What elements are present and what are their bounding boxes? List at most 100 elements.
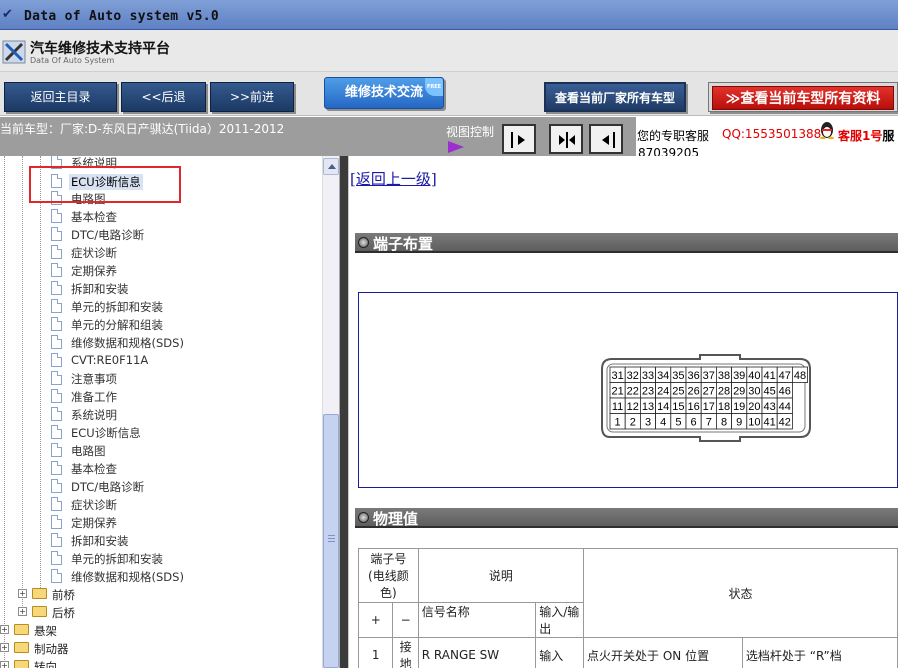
connector-pin-label: 45	[763, 386, 775, 398]
connector-pin-label: 18	[718, 401, 730, 413]
header-terminal: 端子号 (电线颜色)	[358, 548, 419, 603]
split-view-icon	[559, 132, 575, 148]
connector-pin-label: 29	[733, 386, 745, 398]
document-icon	[51, 515, 62, 529]
connector-pin-label: 7	[706, 417, 712, 429]
expand-icon[interactable]: +	[18, 589, 27, 598]
expand-icon[interactable]: +	[0, 625, 9, 634]
header-io: 输入/输出	[535, 602, 585, 638]
connector-pin-label: 48	[794, 370, 806, 382]
folder-icon	[14, 660, 29, 668]
connector-pin-label: 8	[721, 417, 727, 429]
app-title: 汽车维修技术支持平台	[30, 41, 170, 57]
window-title: Data of Auto system v5.0	[24, 9, 220, 24]
physical-values-table: 端子号 (电线颜色) 说明 状态 + − 信号名称 输入/输出 1 接地 R R…	[357, 548, 898, 668]
home-button[interactable]: 返回主目录	[4, 82, 117, 112]
scroll-up-arrow-icon[interactable]	[323, 158, 339, 175]
view-expand-left-button[interactable]	[589, 124, 623, 154]
folder-icon	[14, 624, 29, 635]
expand-icon[interactable]: +	[0, 661, 9, 668]
header-signal-name: 信号名称	[417, 602, 537, 638]
back-button[interactable]: <<后退	[121, 82, 206, 112]
customer-service-panel: 您的专职客服 QQ:1553501388 客服1号服 87039205	[636, 117, 898, 160]
document-icon	[51, 533, 62, 547]
document-icon	[51, 371, 62, 385]
table-header-row: 端子号 (电线颜色) 说明 状态	[358, 548, 898, 638]
all-models-button[interactable]: 查看当前厂家所有车型	[544, 82, 686, 112]
connector-pin-label: 41	[763, 417, 775, 429]
header-plus: +	[357, 602, 394, 638]
navigation-tree: 系统说明 ECU诊断信息 电路图 基本检查 DTC/电路诊断 症状诊断 定期保养…	[0, 156, 322, 668]
service-qq-link[interactable]: QQ:1553501388	[722, 127, 821, 141]
connector-pin-label: 39	[733, 370, 745, 382]
folder-icon	[32, 606, 47, 617]
folder-icon	[14, 642, 29, 653]
document-icon	[51, 263, 62, 277]
pin-grid: 31 32 33 34 35 36 37 38 39 40 41 47 4821 22 23 24 25 26 27…	[609, 366, 808, 430]
app-subtitle: Data Of Auto System	[30, 56, 115, 65]
connector-pin-label: 5	[675, 417, 681, 429]
connector-pin-label: 38	[718, 370, 730, 382]
document-icon	[51, 551, 62, 565]
all-data-button[interactable]: ≫查看当前车型所有资料	[708, 82, 898, 112]
toolbar: 返回主目录 <<后退 >>前进 维修技术交流 FREE 查看当前厂家所有车型 ≫…	[0, 72, 898, 116]
service-agent-link[interactable]: 客服1号服	[838, 127, 894, 144]
connector-pin-label: 25	[672, 386, 684, 398]
service-label: 您的专职客服	[637, 129, 710, 143]
app-header: 汽车维修技术支持平台 Data Of Auto System	[0, 30, 898, 72]
header-state: 状态	[583, 548, 898, 638]
document-icon	[51, 353, 62, 367]
connector-pin-label: 31	[611, 370, 623, 382]
cell-signal: R RANGE SW	[417, 637, 537, 668]
back-to-parent-link[interactable]: [返回上一级]	[350, 168, 437, 189]
connector-pin-label: 19	[733, 401, 745, 413]
view-control-arrow-icon	[448, 141, 464, 153]
view-control-label: 视图控制	[446, 125, 495, 139]
expand-icon[interactable]: +	[0, 643, 9, 652]
expand-icon[interactable]: +	[18, 607, 27, 616]
tree-guide-line	[40, 156, 41, 592]
document-icon	[51, 209, 62, 223]
connector-pin-label: 33	[642, 370, 654, 382]
cell-minus: 接地	[392, 637, 419, 668]
connector-pin-label: 43	[763, 401, 775, 413]
tech-exchange-label: 维修技术交流	[344, 85, 423, 100]
free-badge: FREE	[425, 78, 443, 96]
connector-pin-label: 35	[672, 370, 684, 382]
forward-button[interactable]: >>前进	[210, 82, 294, 112]
document-icon	[51, 407, 62, 421]
all-data-label: ≫查看当前车型所有资料	[712, 86, 894, 110]
document-icon	[51, 479, 62, 493]
connector-pin-label: 44	[779, 401, 791, 413]
connector-pin-label: 1	[615, 417, 621, 429]
document-icon	[51, 227, 62, 241]
connector-pin-label: 3	[645, 417, 651, 429]
tree-scrollbar[interactable]	[322, 156, 339, 668]
document-icon	[51, 497, 62, 511]
connector-pin-label: 4	[660, 417, 666, 429]
document-icon	[51, 317, 62, 331]
connector-pin-label: 40	[748, 370, 760, 382]
document-icon	[51, 299, 62, 313]
document-icon	[51, 335, 62, 349]
cell-condition: 点火开关处于 ON 位置	[583, 637, 743, 668]
connector-pin-label: 24	[657, 386, 669, 398]
connector-pin-label: 12	[627, 401, 639, 413]
cell-io: 输入	[535, 637, 585, 668]
pane-splitter-bar[interactable]	[340, 156, 348, 668]
tree-guide-line	[22, 156, 23, 616]
folder-icon	[32, 588, 47, 599]
view-expand-right-button[interactable]	[502, 124, 536, 154]
document-icon	[51, 461, 62, 475]
scroll-thumb[interactable]	[323, 414, 339, 668]
tech-exchange-button[interactable]: 维修技术交流 FREE	[324, 77, 444, 109]
document-icon	[51, 569, 62, 583]
section-bullet-icon	[358, 512, 369, 523]
connector-pin-label: 20	[748, 401, 760, 413]
view-split-button[interactable]	[549, 124, 583, 154]
document-icon	[51, 389, 62, 403]
connector-pin-label: 23	[642, 386, 654, 398]
qq-penguin-icon[interactable]	[819, 121, 835, 139]
tree-guide-line	[4, 156, 5, 668]
connector-pin-label: 14	[657, 401, 669, 413]
